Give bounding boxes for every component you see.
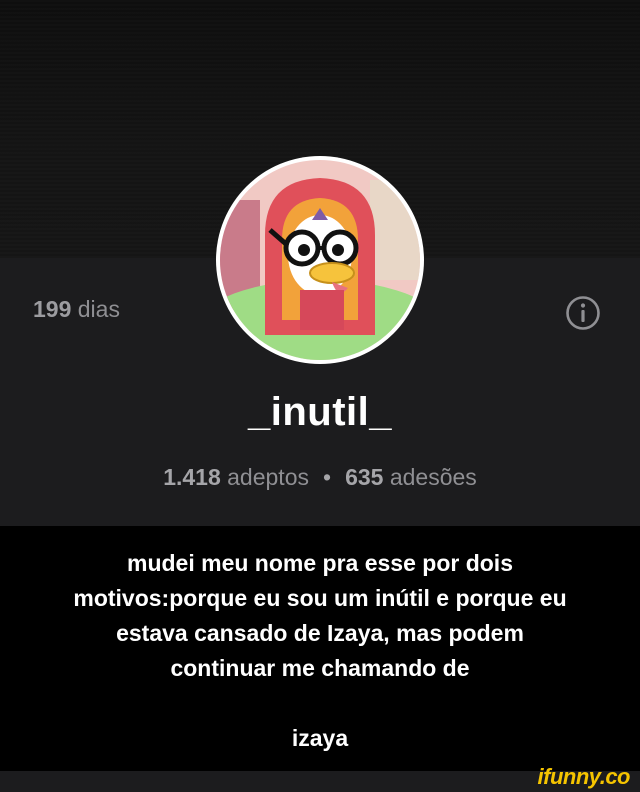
followers-count: 1.418 — [163, 464, 221, 490]
days-counter: 199 dias — [33, 296, 120, 323]
followers-stat[interactable]: 1.418 adeptos — [163, 464, 309, 490]
days-count: 199 — [33, 296, 72, 322]
avatar[interactable] — [216, 156, 424, 364]
caption-line: motivos:porque eu sou um inútil e porque… — [73, 585, 567, 611]
subscriptions-count: 635 — [345, 464, 384, 490]
info-icon[interactable] — [565, 295, 601, 331]
subscriptions-label: adesões — [389, 464, 477, 490]
caption-line: mudei meu nome pra esse por dois — [127, 550, 513, 576]
stats-separator: • — [323, 464, 332, 490]
username: _inutil_ — [247, 390, 393, 434]
days-label: dias — [77, 296, 120, 322]
followers-label: adeptos — [227, 464, 309, 490]
caption-line: estava cansado de Izaya, mas podem — [116, 620, 524, 646]
caption-text: mudei meu nome pra esse por dois motivos… — [0, 546, 640, 756]
subscriptions-stat[interactable]: 635 adesões — [345, 464, 477, 490]
ifunny-watermark: ifunny.co — [537, 764, 631, 789]
caption-final-line: izaya — [291, 725, 349, 751]
profile-stats: 1.418 adeptos • 635 adesões — [0, 464, 640, 491]
caption-line: continuar me chamando de — [170, 655, 470, 681]
caption-gap — [0, 686, 640, 721]
